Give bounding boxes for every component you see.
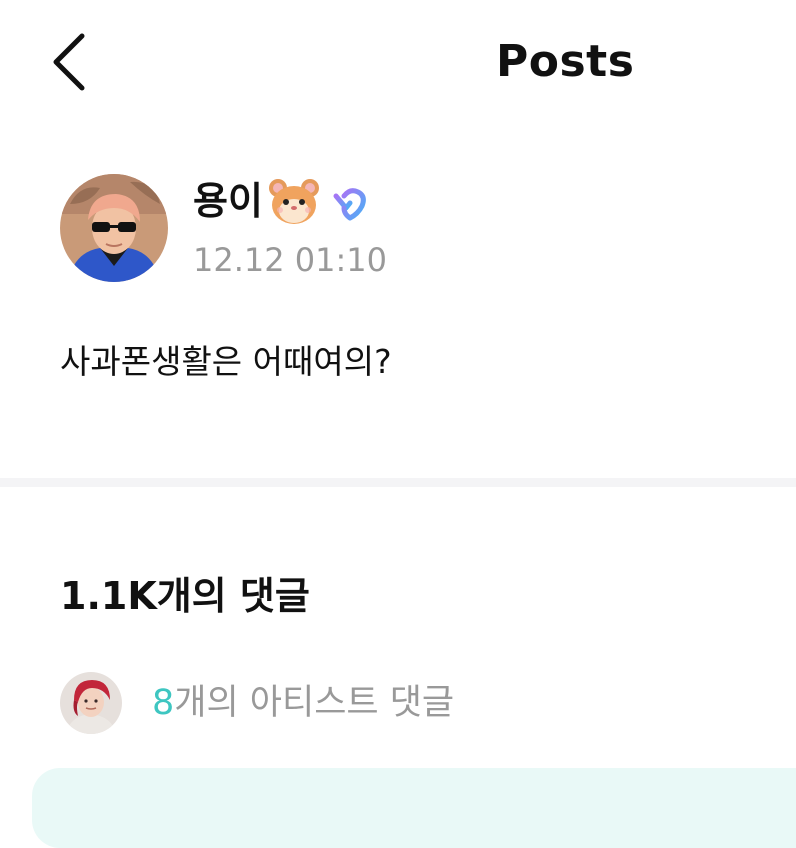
artist-comments-count: 8 — [152, 683, 175, 723]
post-body-text: 사과폰생활은 어때여의? — [60, 342, 392, 381]
artist-comments-link[interactable]: 8개의 아티스트 댓글 — [60, 672, 580, 734]
page-title: Posts — [496, 36, 635, 87]
top-bar: Posts — [0, 0, 796, 130]
author-avatar[interactable] — [60, 174, 168, 282]
artist-avatar-photo — [60, 672, 122, 734]
verified-heart-icon — [330, 186, 372, 222]
artist-comments-label: 개의 아티스트 댓글 — [174, 683, 455, 723]
artist-comments-text: 8개의 아티스트 댓글 — [152, 680, 454, 726]
post-author-row: 용이 12.12 01:10 — [0, 170, 796, 290]
section-divider — [0, 478, 796, 487]
user-avatar-photo — [60, 174, 168, 282]
artist-avatar — [60, 672, 122, 734]
post-timestamp: 12.12 01:10 — [193, 241, 387, 279]
chevron-left-icon — [53, 33, 85, 91]
comments-count-heading: 1.1K개의 댓글 — [60, 574, 310, 618]
back-button[interactable] — [44, 30, 94, 94]
comment-input-area[interactable] — [32, 768, 796, 848]
hamster-face-icon — [268, 178, 320, 226]
author-name: 용이 — [193, 179, 263, 223]
